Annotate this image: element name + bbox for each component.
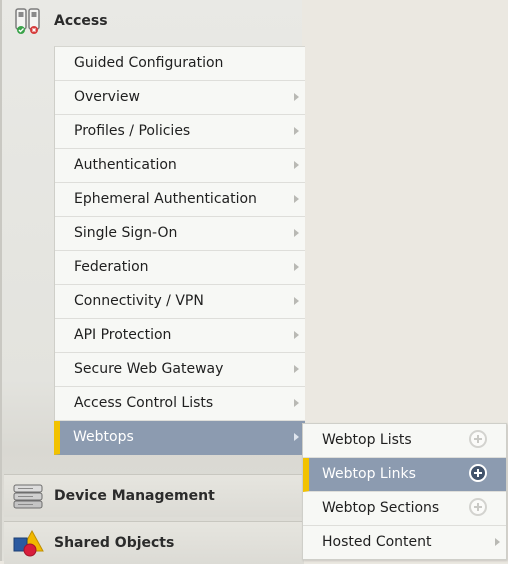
menu-item-label: Webtop Links — [322, 466, 416, 482]
menu-item-label: API Protection — [74, 327, 172, 343]
menu-item-guided-configuration[interactable]: Guided Configuration — [55, 47, 305, 81]
menu-item-ephemeral-authentication[interactable]: Ephemeral Authentication — [55, 183, 305, 217]
shapes-icon — [12, 527, 44, 559]
menu-item-label: Access Control Lists — [74, 395, 214, 411]
menu-item-authentication[interactable]: Authentication — [55, 149, 305, 183]
webtops-flyout-menu: Webtop Lists Webtop Links Webtop Section… — [302, 423, 507, 560]
chevron-right-icon — [294, 93, 299, 101]
menu-item-profiles-policies[interactable]: Profiles / Policies — [55, 115, 305, 149]
section-shared-objects[interactable]: Shared Objects — [4, 521, 304, 564]
menu-item-label: Guided Configuration — [74, 55, 224, 71]
access-submenu: Guided Configuration Overview Profiles /… — [54, 46, 305, 455]
access-icon — [12, 5, 44, 37]
menu-item-federation[interactable]: Federation — [55, 251, 305, 285]
menu-item-label: Webtop Sections — [322, 500, 440, 516]
menu-item-label: Connectivity / VPN — [74, 293, 204, 309]
chevron-right-icon — [495, 538, 500, 546]
menu-item-webtops[interactable]: Webtops — [54, 421, 305, 455]
menu-item-access-control-lists[interactable]: Access Control Lists — [55, 387, 305, 421]
menu-item-label: Webtop Lists — [322, 432, 412, 448]
section-access-label: Access — [54, 13, 108, 29]
section-access[interactable]: Access — [4, 0, 304, 42]
menu-item-label: Hosted Content — [322, 534, 432, 550]
chevron-right-icon — [294, 229, 299, 237]
add-icon[interactable] — [469, 464, 487, 482]
navigation-sidebar: Access Guided Configuration Overview Pro… — [0, 0, 305, 564]
section-device-management-label: Device Management — [54, 488, 215, 504]
menu-item-single-sign-on[interactable]: Single Sign-On — [55, 217, 305, 251]
chevron-right-icon — [294, 195, 299, 203]
chevron-right-icon — [294, 433, 299, 441]
menu-item-label: Overview — [74, 89, 140, 105]
menu-item-webtop-sections[interactable]: Webtop Sections — [303, 492, 506, 526]
chevron-right-icon — [294, 161, 299, 169]
menu-item-label: Profiles / Policies — [74, 123, 191, 139]
chevron-right-icon — [294, 399, 299, 407]
menu-item-api-protection[interactable]: API Protection — [55, 319, 305, 353]
menu-item-label: Authentication — [74, 157, 177, 173]
menu-item-label: Ephemeral Authentication — [74, 191, 257, 207]
chevron-right-icon — [294, 297, 299, 305]
menu-item-hosted-content[interactable]: Hosted Content — [303, 526, 506, 559]
chevron-right-icon — [294, 127, 299, 135]
add-icon[interactable] — [469, 430, 487, 448]
menu-item-webtop-lists[interactable]: Webtop Lists — [303, 424, 506, 458]
chevron-right-icon — [294, 365, 299, 373]
menu-item-webtop-links[interactable]: Webtop Links — [303, 458, 506, 492]
menu-item-connectivity-vpn[interactable]: Connectivity / VPN — [55, 285, 305, 319]
menu-item-overview[interactable]: Overview — [55, 81, 305, 115]
menu-item-secure-web-gateway[interactable]: Secure Web Gateway — [55, 353, 305, 387]
add-icon[interactable] — [469, 498, 487, 516]
chevron-right-icon — [294, 263, 299, 271]
server-icon — [12, 480, 44, 512]
menu-item-label: Webtops — [73, 429, 134, 445]
section-shared-objects-label: Shared Objects — [54, 535, 175, 551]
section-device-management[interactable]: Device Management — [4, 474, 304, 517]
menu-item-label: Single Sign-On — [74, 225, 178, 241]
menu-item-label: Secure Web Gateway — [74, 361, 224, 377]
menu-item-label: Federation — [74, 259, 149, 275]
chevron-right-icon — [294, 331, 299, 339]
